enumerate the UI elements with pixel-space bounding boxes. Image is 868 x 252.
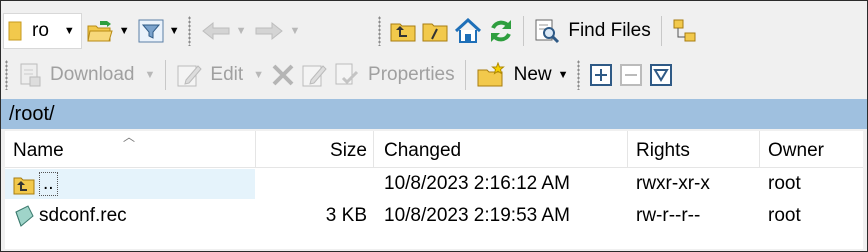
chevron-down-icon[interactable]: ▼ xyxy=(169,25,180,37)
chevron-down-icon[interactable]: ▼ xyxy=(558,69,569,81)
file-size: 3 KB xyxy=(325,205,367,226)
rename-icon xyxy=(301,62,327,88)
file-name: .. xyxy=(39,168,58,200)
toolbar-separator xyxy=(523,16,525,46)
filter-icon xyxy=(649,63,673,87)
properties-icon xyxy=(334,62,360,88)
column-header-changed[interactable]: Changed xyxy=(384,131,461,167)
sort-ascending-icon: ︿ xyxy=(123,130,136,144)
edit-icon xyxy=(176,62,203,88)
chevron-down-icon[interactable]: ▼ xyxy=(289,25,300,37)
forward-button[interactable]: ▼ xyxy=(250,13,304,49)
filter-icon xyxy=(138,19,164,43)
download-icon xyxy=(18,62,42,88)
new-folder-icon xyxy=(476,62,506,88)
chevron-down-icon[interactable]: ▼ xyxy=(119,25,130,37)
new-button[interactable]: New ▼ xyxy=(472,57,573,93)
properties-label: Properties xyxy=(368,64,455,85)
toolbar-separator xyxy=(464,60,466,90)
root-directory-button[interactable] xyxy=(419,13,451,49)
file-panel: ro ▼ ▼ ▼ ▼ ▼ Find Files Download ▼ Edit … xyxy=(0,0,868,252)
toolbar-grip[interactable] xyxy=(187,16,191,46)
edit-button[interactable]: Edit ▼ xyxy=(172,57,268,93)
toolbar-separator xyxy=(660,16,662,46)
properties-button[interactable]: Properties xyxy=(330,57,459,93)
table-row[interactable]: .. 10/8/2023 2:16:12 AM rwxr-xr-x root xyxy=(5,168,863,200)
delete-icon xyxy=(271,63,295,87)
select-files-button[interactable] xyxy=(586,57,616,93)
column-divider[interactable] xyxy=(373,131,374,167)
directory-tree-button[interactable] xyxy=(668,13,702,49)
file-owner: root xyxy=(768,205,801,226)
arrow-left-icon xyxy=(201,21,231,41)
column-header-name[interactable]: Name xyxy=(13,131,64,167)
toolbar-grip[interactable] xyxy=(378,16,382,46)
file-actions-toolbar: Download ▼ Edit ▼ Properties New ▼ xyxy=(1,55,867,95)
column-header-size[interactable]: Size xyxy=(255,131,367,167)
home-directory-button[interactable] xyxy=(451,13,485,49)
file-icon xyxy=(13,200,35,232)
file-changed: 10/8/2023 2:19:53 AM xyxy=(384,205,570,226)
home-icon xyxy=(454,18,482,44)
column-header-owner[interactable]: Owner xyxy=(768,131,824,167)
toolbar-separator xyxy=(165,60,167,90)
refresh-icon xyxy=(488,18,514,44)
file-list[interactable]: ︿ Name Size Changed Rights Owner .. 10/8… xyxy=(5,131,863,249)
rename-button[interactable] xyxy=(298,57,330,93)
file-rights: rwxr-xr-x xyxy=(636,173,710,194)
refresh-button[interactable] xyxy=(485,13,517,49)
minus-icon xyxy=(619,63,643,87)
edit-label: Edit xyxy=(210,64,244,85)
file-size xyxy=(255,168,367,200)
filter-button[interactable]: ▼ xyxy=(134,13,184,49)
parent-directory-icon xyxy=(13,170,35,202)
delete-button[interactable] xyxy=(268,57,298,93)
column-header-row: ︿ Name Size Changed Rights Owner xyxy=(5,131,863,168)
download-label: Download xyxy=(50,64,135,85)
column-header-rights[interactable]: Rights xyxy=(636,131,690,167)
folder-icon xyxy=(8,20,22,42)
root-folder-icon xyxy=(422,19,448,43)
location-combo[interactable]: ro ▼ xyxy=(3,13,82,49)
chevron-down-icon[interactable]: ▼ xyxy=(64,25,75,37)
plus-icon xyxy=(589,63,613,87)
column-divider[interactable] xyxy=(627,131,628,167)
file-owner: root xyxy=(768,173,801,194)
chevron-down-icon[interactable]: ▼ xyxy=(145,69,156,81)
chevron-down-icon[interactable]: ▼ xyxy=(236,25,247,37)
find-files-label: Find Files xyxy=(568,20,651,41)
path-bar: /root/ xyxy=(1,99,867,129)
open-directory-button[interactable]: ▼ xyxy=(82,13,134,49)
file-name: sdconf.rec xyxy=(39,205,127,226)
navigation-toolbar: ro ▼ ▼ ▼ ▼ ▼ Find Files xyxy=(1,11,867,51)
file-rights: rw-r--r-- xyxy=(636,205,701,226)
find-files-icon xyxy=(534,18,560,44)
column-divider[interactable] xyxy=(759,131,760,167)
find-files-button[interactable]: Find Files xyxy=(530,13,654,49)
directory-tree-icon xyxy=(672,18,698,44)
chevron-down-icon[interactable]: ▼ xyxy=(253,69,264,81)
current-path: /root/ xyxy=(9,102,55,125)
parent-directory-icon xyxy=(390,19,416,43)
file-changed: 10/8/2023 2:16:12 AM xyxy=(384,173,570,194)
filter-selection-button[interactable] xyxy=(646,57,676,93)
new-label: New xyxy=(513,64,552,85)
location-text: ro xyxy=(32,20,49,41)
toolbar-grip[interactable] xyxy=(5,60,8,90)
back-button[interactable]: ▼ xyxy=(197,13,251,49)
toolbar-grip[interactable] xyxy=(576,60,580,90)
parent-directory-button[interactable] xyxy=(387,13,419,49)
table-row[interactable]: sdconf.rec 3 KB 10/8/2023 2:19:53 AM rw-… xyxy=(5,200,863,232)
unselect-files-button[interactable] xyxy=(616,57,646,93)
download-button[interactable]: Download ▼ xyxy=(14,57,159,93)
arrow-right-icon xyxy=(254,21,284,41)
open-folder-icon xyxy=(86,19,114,43)
